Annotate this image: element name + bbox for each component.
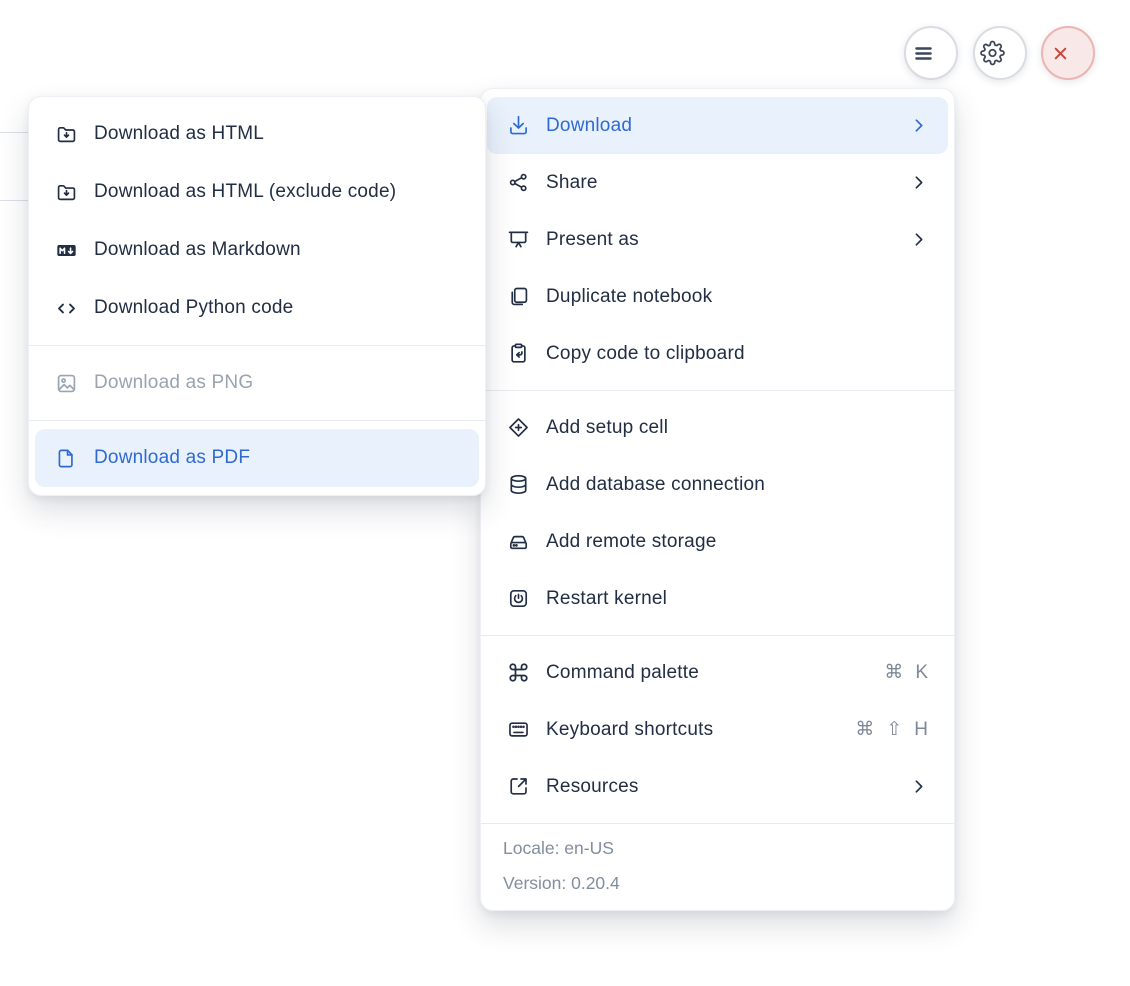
menu-item-label: Copy code to clipboard: [546, 342, 745, 364]
menu-item-label: Keyboard shortcuts: [546, 718, 714, 740]
menu-divider: [29, 420, 485, 421]
menu-item-duplicate-notebook[interactable]: Duplicate notebook: [487, 268, 948, 325]
menu-item-download-as-pdf[interactable]: Download as PDF: [35, 429, 479, 487]
setup-cell-icon: [506, 415, 531, 440]
restart-icon: [506, 586, 531, 611]
share-icon: [506, 170, 531, 195]
clipboard-copy-icon: [506, 341, 531, 366]
gear-icon: [980, 40, 1005, 66]
menu-item-label: Download: [546, 114, 633, 136]
background-divider-line: [0, 200, 29, 201]
command-icon: [506, 660, 531, 685]
menu-item-label: Download as PDF: [94, 447, 251, 468]
file-icon: [54, 446, 79, 471]
menu-item-label: Resources: [546, 775, 639, 797]
folder-download-icon: [54, 180, 79, 205]
shortcut-key: K: [915, 662, 928, 683]
menu-divider: [481, 635, 954, 636]
menu-item-add-database-connection[interactable]: Add database connection: [487, 456, 948, 513]
menu-item-label: Download as PNG: [94, 372, 254, 393]
hamburger-icon: [911, 41, 936, 66]
menu-item-label: Download as HTML (exclude code): [94, 181, 397, 202]
menu-divider: [29, 345, 485, 346]
markdown-icon: [54, 238, 79, 263]
menu-item-label: Add database connection: [546, 473, 766, 495]
menu-item-keyboard-shortcuts[interactable]: Keyboard shortcuts ⌘ ⇧ H: [487, 701, 948, 758]
menu-divider: [481, 390, 954, 391]
image-icon: [54, 371, 79, 396]
main-menu-body: Download Share Present as Duplicate noteboo…: [481, 89, 954, 815]
shortcut-key: ⇧: [886, 719, 903, 740]
close-button[interactable]: [1041, 26, 1095, 80]
menu-item-download-as-markdown[interactable]: Download as Markdown: [35, 221, 479, 279]
menu-item-label: Share: [546, 171, 598, 193]
menu-item-download[interactable]: Download: [487, 97, 948, 154]
shortcut-key: H: [914, 719, 928, 740]
menu-item-present-as[interactable]: Present as: [487, 211, 948, 268]
download-icon: [506, 113, 531, 138]
menu-item-label: Duplicate notebook: [546, 285, 713, 307]
menu-item-share[interactable]: Share: [487, 154, 948, 211]
background-divider-line: [0, 132, 29, 133]
menu-item-label: Download Python code: [94, 297, 294, 318]
menu-item-label: Present as: [546, 228, 639, 250]
shortcut-key: ⌘: [855, 719, 875, 740]
version-text: Version: 0.20.4: [503, 873, 620, 893]
download-submenu-body: Download as HTML Download as HTML (exclud…: [29, 97, 485, 495]
chevron-right-icon: [909, 116, 928, 135]
menu-item-add-remote-storage[interactable]: Add remote storage: [487, 513, 948, 570]
menu-item-download-python-code[interactable]: Download Python code: [35, 279, 479, 337]
menu-item-restart-kernel[interactable]: Restart kernel: [487, 570, 948, 627]
menu-item-download-as-html[interactable]: Download as HTML: [35, 105, 479, 163]
chevron-right-icon: [909, 173, 928, 192]
menu-item-add-setup-cell[interactable]: Add setup cell: [487, 399, 948, 456]
menu-item-label: Download as HTML: [94, 123, 265, 144]
keyboard-shortcut-hint: ⌘ ⇧ H: [855, 720, 928, 739]
close-icon: [1048, 41, 1073, 66]
menu-item-download-as-html-exclude-code[interactable]: Download as HTML (exclude code): [35, 163, 479, 221]
menu-item-command-palette[interactable]: Command palette ⌘ K: [487, 644, 948, 701]
menu-item-download-as-png: Download as PNG: [35, 354, 479, 412]
menu-item-label: Add setup cell: [546, 416, 669, 438]
chevron-right-icon: [909, 777, 928, 796]
hamburger-menu-button[interactable]: [904, 26, 958, 80]
locale-text: Locale: en-US: [503, 838, 614, 858]
download-submenu-panel: Download as HTML Download as HTML (exclud…: [28, 96, 486, 496]
chevron-right-icon: [909, 230, 928, 249]
folder-download-icon: [54, 122, 79, 147]
duplicate-icon: [506, 284, 531, 309]
keyboard-icon: [506, 717, 531, 742]
menu-item-copy-code-to-clipboard[interactable]: Copy code to clipboard: [487, 325, 948, 382]
settings-button[interactable]: [973, 26, 1027, 80]
code-icon: [54, 296, 79, 321]
external-link-icon: [506, 774, 531, 799]
present-icon: [506, 227, 531, 252]
menu-footer: Locale: en-US Version: 0.20.4: [481, 823, 954, 910]
shortcut-key: ⌘: [884, 662, 904, 683]
storage-icon: [506, 529, 531, 554]
menu-item-label: Add remote storage: [546, 530, 717, 552]
menu-item-resources[interactable]: Resources: [487, 758, 948, 815]
menu-item-label: Restart kernel: [546, 587, 668, 609]
main-menu-panel: Download Share Present as Duplicate noteboo…: [480, 88, 955, 911]
menu-item-label: Download as Markdown: [94, 239, 301, 260]
keyboard-shortcut-hint: ⌘ K: [884, 663, 928, 682]
database-icon: [506, 472, 531, 497]
menu-item-label: Command palette: [546, 661, 699, 683]
